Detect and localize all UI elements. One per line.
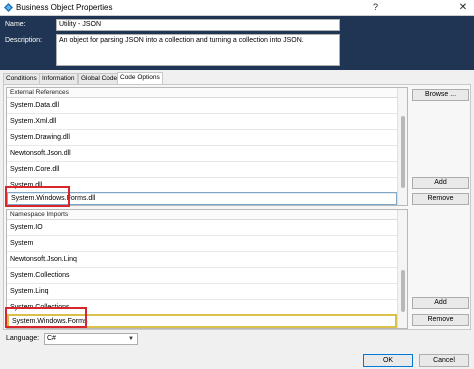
window-title: Business Object Properties <box>16 3 113 12</box>
tab-information[interactable]: Information <box>39 73 78 84</box>
list-item[interactable]: System.Data.dll <box>7 98 397 114</box>
tab-global-code[interactable]: Global Code <box>78 73 121 84</box>
external-references-scrollbar[interactable] <box>397 88 407 205</box>
list-item[interactable]: System.Drawing.dll <box>7 130 397 146</box>
list-item[interactable]: System <box>7 236 397 252</box>
namespace-imports-scrollbar[interactable] <box>397 210 407 328</box>
description-label: Description: <box>5 37 42 44</box>
browse-button[interactable]: Browse ... <box>412 89 469 101</box>
help-icon[interactable]: ? <box>373 2 378 12</box>
ok-button[interactable]: OK <box>363 354 413 367</box>
scroll-thumb[interactable] <box>401 270 405 312</box>
add-reference-button[interactable]: Add <box>412 177 469 189</box>
highlight-box-references <box>5 186 70 207</box>
app-diamond-icon <box>4 3 13 12</box>
language-select[interactable]: C# ▼ <box>44 333 138 345</box>
code-options-panel: External References System.Data.dll Syst… <box>3 84 471 330</box>
list-item[interactable]: System.Linq <box>7 284 397 300</box>
language-value: C# <box>47 335 56 342</box>
name-field[interactable]: Utility - JSON <box>56 19 340 31</box>
cancel-button[interactable]: Cancel <box>419 354 469 367</box>
description-field[interactable]: An object for parsing JSON into a collec… <box>56 34 340 66</box>
close-icon[interactable]: ✕ <box>456 1 470 15</box>
tab-conditions[interactable]: Conditions <box>3 73 40 84</box>
object-header: Name: Utility - JSON Description: An obj… <box>0 16 474 70</box>
list-item[interactable]: Newtonsoft.Json.Linq <box>7 252 397 268</box>
language-label: Language: <box>6 335 40 342</box>
remove-import-button[interactable]: Remove <box>412 314 469 326</box>
external-references-header: External References <box>7 88 397 98</box>
scroll-thumb[interactable] <box>401 116 405 188</box>
add-import-button[interactable]: Add <box>412 297 469 309</box>
remove-reference-button[interactable]: Remove <box>412 193 469 205</box>
title-bar: Business Object Properties ? ✕ <box>0 0 474 16</box>
highlight-box-imports <box>5 307 87 328</box>
list-item[interactable]: Newtonsoft.Json.dll <box>7 146 397 162</box>
name-label: Name: <box>5 21 26 28</box>
list-item[interactable]: System.Core.dll <box>7 162 397 178</box>
list-item[interactable]: System.IO <box>7 220 397 236</box>
tab-code-options[interactable]: Code Options <box>117 72 163 84</box>
namespace-imports-header: Namespace Imports <box>7 210 397 220</box>
list-item[interactable]: System.Collections <box>7 268 397 284</box>
list-item[interactable]: System.Xml.dll <box>7 114 397 130</box>
chevron-down-icon: ▼ <box>128 336 134 342</box>
